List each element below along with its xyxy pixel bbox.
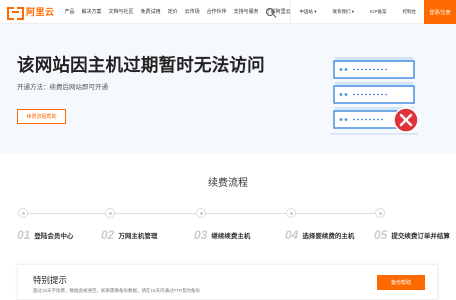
console-link[interactable]: 控制台 bbox=[395, 0, 425, 24]
nav-item-solutions[interactable]: 解决方案 bbox=[82, 8, 102, 15]
notice-text: 超过15天不续费，数据会被清空，如果需要备份数据，请在15天内通过FTP及时备份 bbox=[33, 288, 201, 293]
step-number: 02 bbox=[101, 228, 115, 242]
step-number: 03 bbox=[194, 228, 208, 242]
step-marker bbox=[196, 208, 206, 218]
process-step-5: 05 提交续费订单并结算 bbox=[374, 228, 450, 242]
contact-label: 联系我们 bbox=[332, 9, 351, 14]
logo-icon bbox=[7, 7, 24, 20]
backup-help-button[interactable]: 备份帮助 bbox=[377, 275, 425, 290]
nav-item-products[interactable]: 产品 bbox=[65, 8, 75, 15]
step-marker bbox=[286, 208, 296, 218]
step-marker bbox=[105, 208, 115, 218]
step-label: 选择要续费的主机 bbox=[302, 233, 355, 240]
notice-title: 特别提示 bbox=[33, 275, 68, 285]
step-label: 继续续费主机 bbox=[211, 233, 251, 240]
nav-item-pricing[interactable]: 定价 bbox=[168, 8, 178, 15]
page-subtitle: 开通方法：续费后网站即可开通 bbox=[17, 84, 108, 91]
page-title: 该网站因主机过期暂时无法访问 bbox=[17, 55, 265, 75]
main-nav: 产品 解决方案 文档与社区 免费试用 定价 云市场 合作伙伴 支持与服务 了解阿… bbox=[65, 8, 298, 15]
special-notice-card: 特别提示 超过15天不续费，数据会被清空，如果需要备份数据，请在15天内通过FT… bbox=[17, 264, 438, 300]
step-number: 05 bbox=[374, 228, 388, 242]
contact-menu[interactable]: 联系我们 ▾ bbox=[324, 0, 362, 24]
region-selector[interactable]: 中国站 ▾ bbox=[291, 0, 324, 24]
nav-item-free-trial[interactable]: 免费试用 bbox=[141, 8, 161, 15]
hero-banner: 该网站因主机过期暂时无法访问 开通方法：续费后网站即可开通 续费流程帮助 bbox=[0, 24, 456, 154]
login-register-button[interactable]: 登录/注册 bbox=[424, 0, 456, 24]
nav-item-partners[interactable]: 合作伙伴 bbox=[207, 8, 227, 15]
step-number: 01 bbox=[17, 228, 31, 242]
search-icon[interactable] bbox=[266, 8, 275, 16]
top-navbar: 阿里云 产品 解决方案 文档与社区 免费试用 定价 云市场 合作伙伴 支持与服务… bbox=[0, 0, 456, 24]
aliyun-logo[interactable]: 阿里云 bbox=[7, 0, 55, 24]
step-marker bbox=[375, 208, 385, 218]
nav-item-support[interactable]: 支持与服务 bbox=[234, 8, 259, 15]
step-number: 04 bbox=[285, 228, 299, 242]
process-step-3: 03 继续续费主机 bbox=[194, 228, 250, 242]
process-step-4: 04 选择要续费的主机 bbox=[285, 228, 354, 242]
nav-item-docs[interactable]: 文档与社区 bbox=[109, 8, 134, 15]
header-right: 中国站 ▾ 联系我们 ▾ ICP备案 控制台 登录/注册 bbox=[266, 0, 456, 24]
step-label: 万网主机管理 bbox=[118, 233, 158, 240]
process-section-title: 续费流程 bbox=[208, 178, 248, 189]
process-step-2: 02 万网主机管理 bbox=[101, 228, 157, 242]
icp-link[interactable]: ICP备案 bbox=[362, 0, 395, 24]
region-label: 中国站 bbox=[299, 9, 313, 14]
error-icon bbox=[393, 107, 419, 133]
step-label: 登陆会员中心 bbox=[34, 233, 74, 240]
nav-item-marketplace[interactable]: 云市场 bbox=[185, 8, 200, 15]
server-error-illustration bbox=[330, 57, 419, 135]
step-marker bbox=[18, 208, 28, 218]
logo-text: 阿里云 bbox=[26, 7, 55, 17]
step-label: 提交续费订单并结算 bbox=[391, 233, 450, 240]
renewal-help-button[interactable]: 续费流程帮助 bbox=[17, 109, 66, 124]
process-step-1: 01 登陆会员中心 bbox=[17, 228, 73, 242]
